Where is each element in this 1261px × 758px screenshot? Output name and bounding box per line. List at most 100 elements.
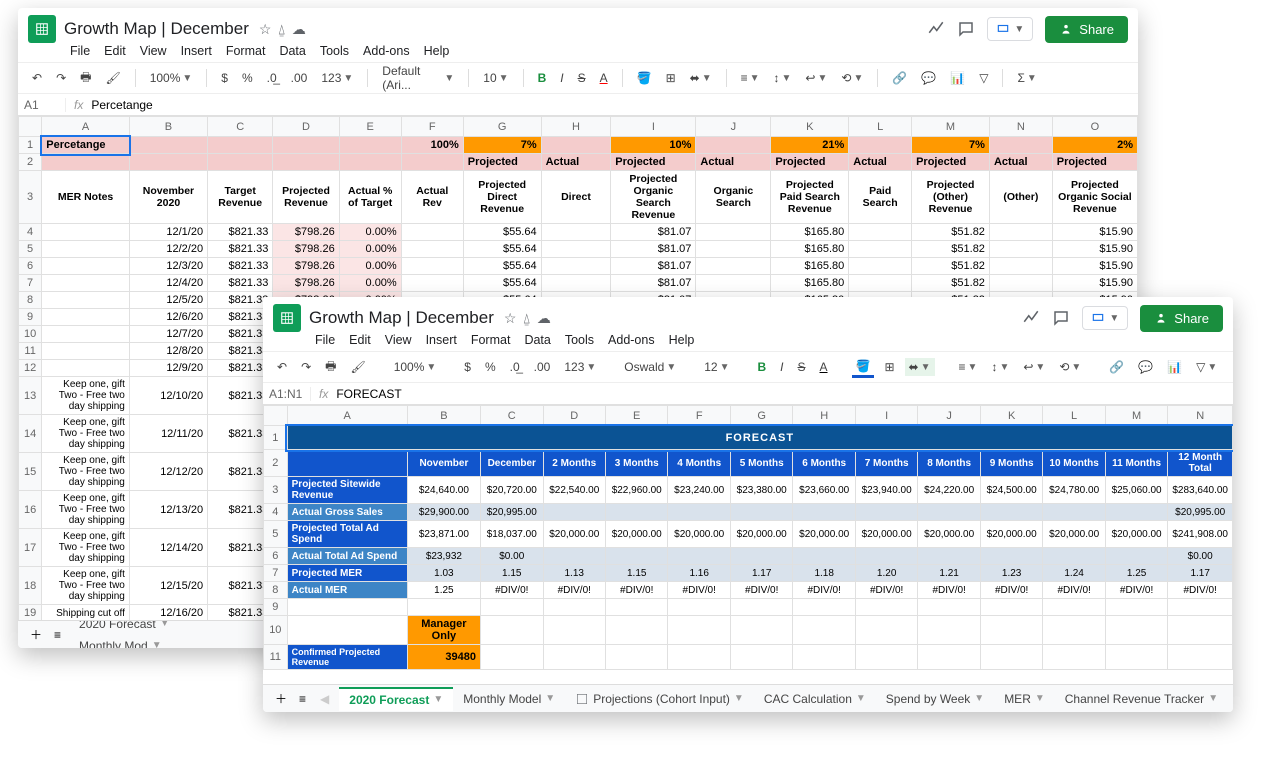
activity-icon[interactable] [1022,309,1040,327]
menubar: File Edit View Insert Format Data Tools Add-ons… [18,44,1138,62]
tab[interactable]: Channel Revenue Tracker ▼ [1055,687,1228,711]
activity-icon[interactable] [927,20,945,38]
doc-title[interactable]: Growth Map | December [309,308,494,328]
inc-decimal-icon[interactable]: .00 [287,69,312,87]
tab[interactable]: Spend by Week ▼ [876,687,994,711]
grid[interactable]: ABCDEFGHIJKLMN1FORECAST2NovemberDecember… [263,405,1233,670]
menu-data[interactable]: Data [524,333,550,347]
merge-icon[interactable]: ⬌ ▼ [686,69,716,87]
menu-help[interactable]: Help [669,333,695,347]
wrap-icon[interactable]: ↩ ▼ [801,69,831,87]
name-box[interactable]: A1 [18,98,66,112]
tab[interactable]: 2020 Forecast ▼ [69,620,180,635]
sheets-window-2: Growth Map | December ☆ ⍙ ☁ ▼ Share File… [263,297,1233,712]
present-button[interactable]: ▼ [1082,306,1128,330]
star-icon[interactable]: ☆ [259,21,272,38]
move-icon[interactable]: ⍙ [522,310,530,327]
valign-icon[interactable]: ↕ ▼ [770,69,796,87]
sheets-logo-icon[interactable] [273,304,301,332]
comment-icon[interactable] [957,20,975,38]
formula-input[interactable]: FORECAST [336,387,401,401]
comment-icon[interactable] [1052,309,1070,327]
menu-edit[interactable]: Edit [349,333,371,347]
menu-edit[interactable]: Edit [104,44,126,58]
paint-icon[interactable]: 🖌 [346,358,369,376]
menu-file[interactable]: File [315,333,335,347]
name-box[interactable]: A1:N1 [263,387,311,401]
bold-icon[interactable]: B [534,69,551,87]
menu-view[interactable]: View [385,333,412,347]
menu-add-ons[interactable]: Add-ons [363,44,410,58]
cloud-icon[interactable]: ☁ [537,310,551,327]
titlebar: Growth Map | December ☆ ⍙ ☁ ▼ Share [18,8,1138,44]
format-more[interactable]: 123▼ [317,69,357,87]
zoom-select[interactable]: 100% ▼ [390,358,441,376]
sheets-logo-icon[interactable] [28,15,56,43]
menu-insert[interactable]: Insert [426,333,457,347]
link-icon[interactable]: 🔗 [888,69,911,87]
formula-bar: A1:N1 fx FORECAST [263,383,1233,405]
tab[interactable]: Projections (Cohort Input) ▼ [565,687,754,711]
tab[interactable]: FB Spend Tr ▼ [1228,687,1233,711]
paint-icon[interactable]: 🖌 [101,69,124,87]
toolbar: ↶ ↷ 🖶 🖌 100% ▼ $ % .0̲ .00 123▼ Oswald ▼… [263,351,1233,383]
all-sheets-icon[interactable]: ≡ [295,690,310,708]
tab[interactable]: Monthly Mod ▼ [69,635,180,649]
print-icon[interactable]: 🖶 [321,355,340,380]
strike-icon[interactable]: S [574,69,590,87]
toolbar: ↶ ↷ 🖶 🖌 100% ▼ $ % .0̲ .00 123▼ Default … [18,62,1138,94]
add-sheet-icon[interactable]: ＋ [271,688,291,709]
menu-add-ons[interactable]: Add-ons [608,333,655,347]
functions-icon[interactable]: Σ ▼ [1013,69,1040,87]
menu-data[interactable]: Data [279,44,305,58]
filter-icon[interactable]: ▽ [975,69,992,87]
add-sheet-icon[interactable]: ＋ [26,624,46,645]
currency-icon[interactable]: $ [217,69,232,87]
fx-icon: fx [311,387,336,401]
zoom-select[interactable]: 100% ▼ [146,69,197,87]
menu-file[interactable]: File [70,44,90,58]
undo-icon[interactable]: ↶ [273,358,291,376]
share-button[interactable]: Share [1045,16,1128,43]
percent-icon[interactable]: % [238,69,257,87]
cloud-icon[interactable]: ☁ [292,21,306,38]
tab[interactable]: 2020 Forecast ▼ [339,687,453,711]
present-button[interactable]: ▼ [987,17,1033,41]
dec-decimal-icon[interactable]: .0̲ [263,69,281,87]
all-sheets-icon[interactable]: ≡ [50,626,65,644]
fx-icon: fx [66,98,91,112]
undo-icon[interactable]: ↶ [28,69,46,87]
rotate-icon[interactable]: ⟲ ▼ [837,69,867,87]
fill-color-icon[interactable]: 🪣 [633,69,656,87]
menu-tools[interactable]: Tools [565,333,594,347]
menu-view[interactable]: View [140,44,167,58]
borders-icon[interactable]: ⊞ [662,69,680,87]
tab[interactable]: MER ▼ [994,687,1055,711]
comment-add-icon[interactable]: 💬 [917,69,940,87]
menu-insert[interactable]: Insert [181,44,212,58]
menu-format[interactable]: Format [471,333,511,347]
formula-input[interactable]: Percetange [91,98,152,112]
halign-icon[interactable]: ≡ ▼ [737,69,764,87]
font-select[interactable]: Default (Ari... ▼ [378,62,458,94]
font-select[interactable]: Oswald ▼ [620,358,680,376]
doc-title[interactable]: Growth Map | December [64,19,249,39]
print-icon[interactable]: 🖶 [76,66,95,91]
share-label: Share [1079,22,1114,37]
title-icons: ☆ ⍙ ☁ [259,21,306,38]
menu-help[interactable]: Help [424,44,450,58]
tab[interactable]: CAC Calculation ▼ [754,687,876,711]
chart-insert-icon[interactable]: 📊 [946,69,969,87]
redo-icon[interactable]: ↷ [52,69,70,87]
text-color-icon[interactable]: A [596,69,612,87]
tab[interactable]: Monthly Model ▼ [453,687,565,711]
menu-format[interactable]: Format [226,44,266,58]
star-icon[interactable]: ☆ [504,310,517,327]
size-select[interactable]: 10 ▼ [479,69,512,87]
size-select[interactable]: 12 ▼ [700,358,733,376]
share-button[interactable]: Share [1140,305,1223,332]
move-icon[interactable]: ⍙ [277,21,285,38]
menu-tools[interactable]: Tools [320,44,349,58]
redo-icon[interactable]: ↷ [297,358,315,376]
italic-icon[interactable]: I [556,69,567,87]
